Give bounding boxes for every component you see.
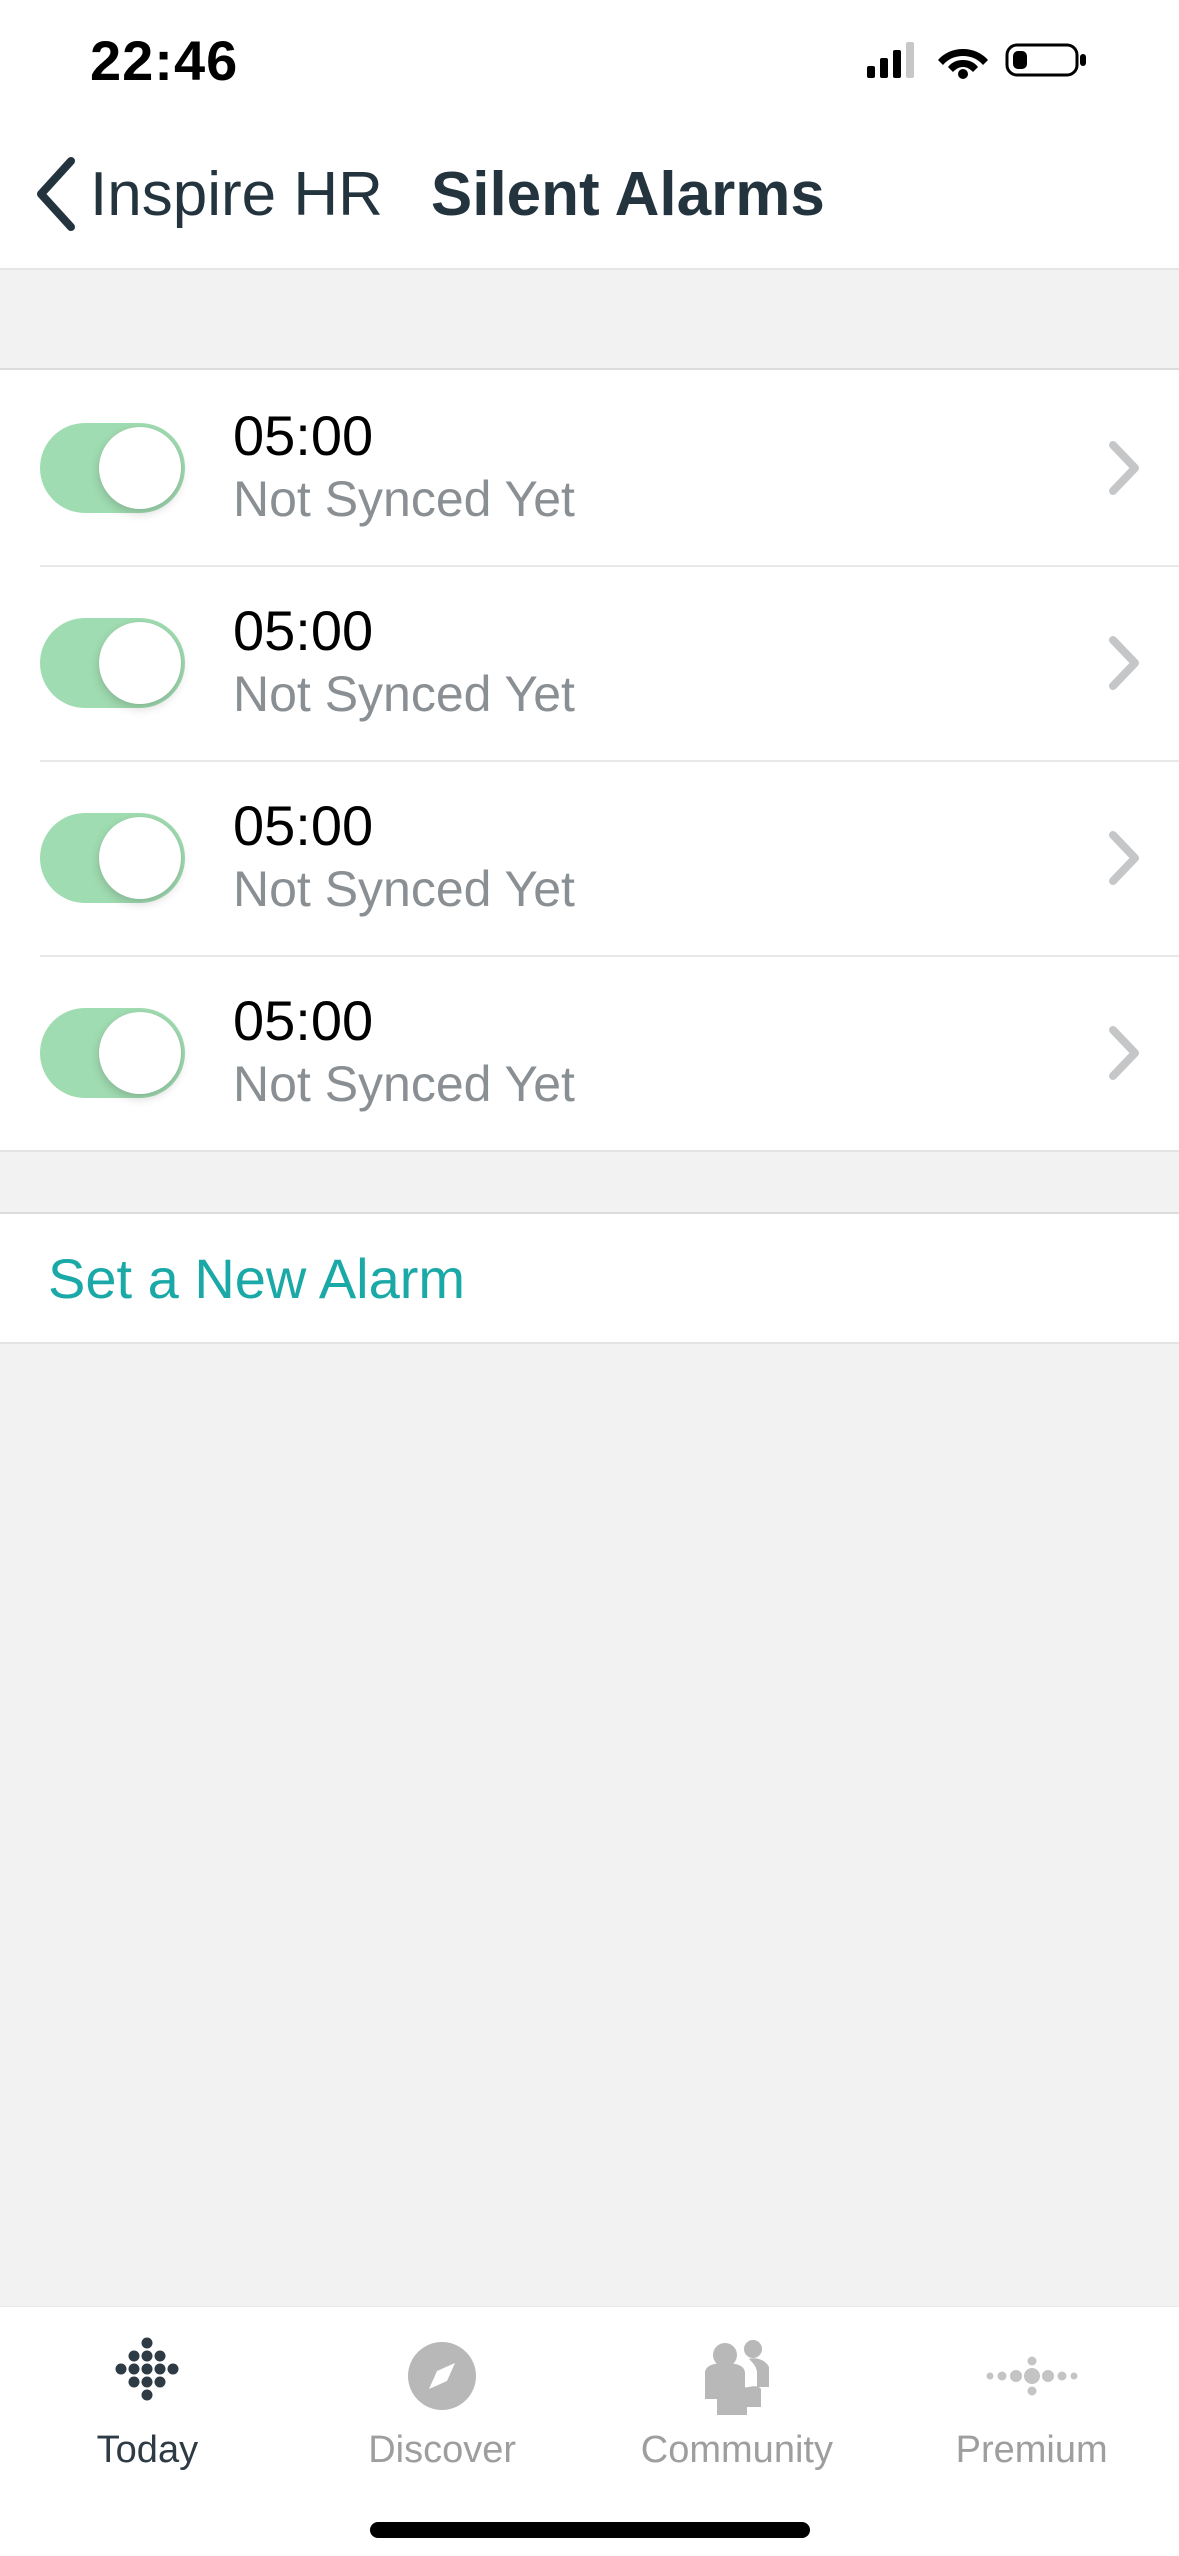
wifi-icon [937, 41, 989, 79]
chevron-right-icon [1107, 829, 1143, 887]
tab-label: Community [641, 2429, 833, 2472]
tab-label: Today [97, 2429, 198, 2472]
alarm-toggle[interactable] [40, 1008, 185, 1098]
alarm-time: 05:00 [233, 989, 1107, 1053]
alarm-time: 05:00 [233, 794, 1107, 858]
today-icon [102, 2331, 192, 2421]
alarm-info: 05:00 Not Synced Yet [233, 989, 1107, 1116]
alarm-row[interactable]: 05:00 Not Synced Yet [0, 760, 1179, 955]
alarm-info: 05:00 Not Synced Yet [233, 404, 1107, 531]
tab-premium[interactable]: Premium [884, 2331, 1179, 2472]
toggle-knob [99, 817, 181, 899]
alarm-list: 05:00 Not Synced Yet 05:00 Not Synced Ye… [0, 370, 1179, 1152]
screen: 22:46 [0, 0, 1179, 2556]
back-button[interactable] [20, 155, 90, 233]
status-bar: 22:46 [0, 0, 1179, 120]
page-title: Silent Alarms [431, 159, 825, 230]
alarm-toggle[interactable] [40, 618, 185, 708]
alarm-info: 05:00 Not Synced Yet [233, 599, 1107, 726]
chevron-right-icon [1107, 439, 1143, 497]
chevron-left-icon [31, 155, 79, 233]
battery-icon [1005, 41, 1089, 79]
alarm-toggle[interactable] [40, 423, 185, 513]
set-new-alarm-button[interactable]: Set a New Alarm [0, 1214, 1179, 1344]
alarm-time: 05:00 [233, 599, 1107, 663]
set-new-alarm-label: Set a New Alarm [48, 1246, 465, 1311]
chevron-right-icon [1107, 1024, 1143, 1082]
alarm-time: 05:00 [233, 404, 1107, 468]
home-indicator[interactable] [370, 2522, 810, 2538]
tab-today[interactable]: Today [0, 2331, 295, 2472]
alarm-toggle[interactable] [40, 813, 185, 903]
tab-community[interactable]: Community [590, 2331, 885, 2472]
status-time: 22:46 [90, 28, 238, 93]
alarm-info: 05:00 Not Synced Yet [233, 794, 1107, 921]
alarm-row[interactable]: 05:00 Not Synced Yet [0, 565, 1179, 760]
toggle-knob [99, 622, 181, 704]
alarm-row[interactable]: 05:00 Not Synced Yet [0, 370, 1179, 565]
cellular-icon [867, 42, 921, 78]
status-indicators [867, 41, 1089, 79]
tab-label: Premium [956, 2429, 1108, 2472]
tab-discover[interactable]: Discover [295, 2331, 590, 2472]
chevron-right-icon [1107, 634, 1143, 692]
content-fill [0, 1344, 1179, 2306]
toggle-knob [99, 1012, 181, 1094]
alarm-subtitle: Not Synced Yet [233, 1053, 1107, 1116]
section-gap [0, 1152, 1179, 1214]
discover-icon [403, 2331, 481, 2421]
back-label[interactable]: Inspire HR [90, 159, 383, 230]
alarm-subtitle: Not Synced Yet [233, 663, 1107, 726]
alarm-row[interactable]: 05:00 Not Synced Yet [0, 955, 1179, 1150]
premium-icon [982, 2331, 1082, 2421]
tab-bar: Today Discover [0, 2306, 1179, 2556]
nav-header: Inspire HR Silent Alarms [0, 120, 1179, 270]
tab-label: Discover [368, 2429, 516, 2472]
alarm-subtitle: Not Synced Yet [233, 858, 1107, 921]
community-icon [687, 2331, 787, 2421]
section-gap [0, 270, 1179, 370]
toggle-knob [99, 427, 181, 509]
alarm-subtitle: Not Synced Yet [233, 468, 1107, 531]
